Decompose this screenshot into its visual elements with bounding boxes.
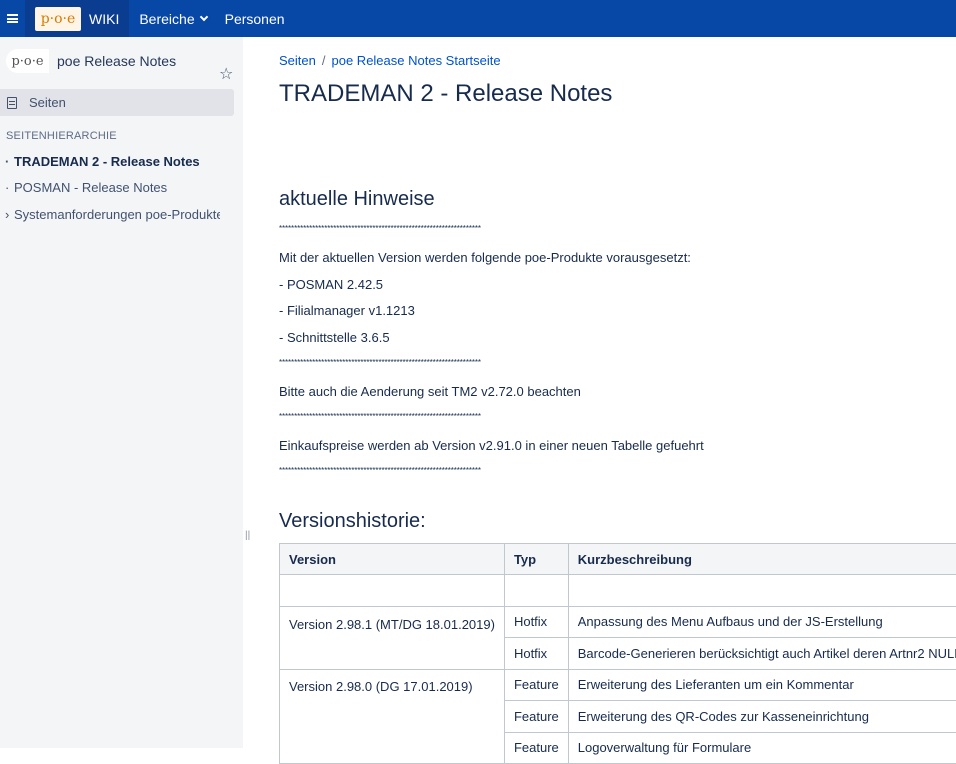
note-text: Bitte auch die Aenderung seit TM2 v2.72.…: [279, 384, 581, 399]
top-navigation-bar: p·o·e WIKI Bereiche Personen: [0, 0, 956, 37]
space-header[interactable]: p·o·e poe Release Notes: [6, 49, 176, 73]
breadcrumb-separator: /: [322, 53, 326, 68]
breadcrumb: Seiten / poe Release Notes Startseite: [279, 53, 501, 68]
expand-chevron-icon[interactable]: ›: [5, 207, 14, 222]
star-icon[interactable]: ☆: [219, 64, 233, 84]
table-row: Version 2.98.1 (MT/DG 18.01.2019) Hotfix…: [280, 606, 956, 638]
breadcrumb-startseite[interactable]: poe Release Notes Startseite: [332, 53, 501, 68]
page-icon: [7, 97, 17, 109]
nav-personen[interactable]: Personen: [225, 0, 285, 37]
version-cell: Version 2.98.1 (MT/DG 18.01.2019): [280, 606, 505, 669]
space-name[interactable]: poe Release Notes: [57, 53, 176, 69]
tree-item-label: TRADEMAN 2 - Release Notes: [14, 154, 200, 169]
bullet-icon: ·: [5, 154, 14, 169]
table-cell: [280, 575, 505, 607]
separator-line: ****************************************…: [279, 412, 481, 421]
chevron-down-icon: [199, 13, 207, 21]
page-hierarchy-title: SEITENHIERARCHIE: [6, 130, 117, 142]
sidebar: p·o·e poe Release Notes ☆ Seiten SEITENH…: [0, 37, 243, 748]
wiki-label: WIKI: [89, 11, 119, 27]
type-cell: Hotfix: [504, 606, 568, 638]
sidebar-item-label: Seiten: [29, 95, 66, 110]
tree-item-label: POSMAN - Release Notes: [14, 180, 167, 195]
breadcrumb-seiten[interactable]: Seiten: [279, 53, 316, 68]
note-text: Mit der aktuellen Version werden folgend…: [279, 250, 691, 265]
page-title: TRADEMAN 2 - Release Notes: [279, 80, 612, 108]
type-cell: Hotfix: [504, 638, 568, 670]
space-logo: p·o·e: [6, 49, 49, 73]
section-heading-versionshistorie: Versionshistorie:: [279, 510, 426, 533]
column-header-kurzbeschreibung: Kurzbeschreibung: [568, 544, 956, 575]
description-cell: Erweiterung des QR-Codes zur Kasseneinri…: [568, 701, 956, 733]
version-cell: Version 2.98.0 (DG 17.01.2019): [280, 669, 505, 764]
type-cell: Feature: [504, 669, 568, 701]
tree-item-label: Systemanforderungen poe-Produkte: [14, 207, 220, 222]
nav-bereiche-label: Bereiche: [139, 11, 194, 27]
nav-personen-label: Personen: [225, 11, 285, 27]
separator-line: ****************************************…: [279, 358, 481, 367]
description-cell: Erweiterung des Lieferanten um ein Komme…: [568, 669, 956, 701]
note-text: - Filialmanager v1.1213: [279, 303, 415, 318]
table-cell: [568, 575, 956, 607]
nav-bereiche-dropdown[interactable]: Bereiche: [139, 0, 206, 37]
sidebar-resize-handle[interactable]: ||: [245, 530, 250, 541]
description-cell: Anpassung des Menu Aufbaus und der JS-Er…: [568, 606, 956, 638]
wiki-home-link[interactable]: p·o·e WIKI: [25, 0, 129, 37]
type-cell: Feature: [504, 701, 568, 733]
table-row: [280, 575, 956, 607]
menu-icon[interactable]: [0, 0, 25, 37]
table-header-row: Version Typ Kurzbeschreibung: [280, 544, 956, 575]
note-text: - POSMAN 2.42.5: [279, 277, 383, 292]
column-header-version: Version: [280, 544, 505, 575]
separator-line: ****************************************…: [279, 466, 481, 475]
description-cell: Barcode-Generieren berücksichtigt auch A…: [568, 638, 956, 670]
table-cell: [504, 575, 568, 607]
poe-logo: p·o·e: [35, 7, 81, 31]
table-row: Version 2.98.0 (DG 17.01.2019) Feature E…: [280, 669, 956, 701]
separator-line: ****************************************…: [279, 224, 481, 233]
column-header-typ: Typ: [504, 544, 568, 575]
note-text: Einkaufspreise werden ab Version v2.91.0…: [279, 438, 704, 453]
tree-item-trademan2[interactable]: ·TRADEMAN 2 - Release Notes: [5, 154, 220, 169]
version-history-table: Version Typ Kurzbeschreibung Version 2.9…: [279, 543, 956, 764]
tree-item-posman[interactable]: ·POSMAN - Release Notes: [5, 180, 220, 195]
note-text: - Schnittstelle 3.6.5: [279, 330, 390, 345]
tree-item-systemanforderungen[interactable]: ›Systemanforderungen poe-Produkte: [5, 207, 220, 222]
bullet-icon: ·: [5, 180, 14, 195]
sidebar-item-seiten[interactable]: Seiten: [0, 89, 234, 116]
section-heading-hinweise: aktuelle Hinweise: [279, 188, 435, 211]
